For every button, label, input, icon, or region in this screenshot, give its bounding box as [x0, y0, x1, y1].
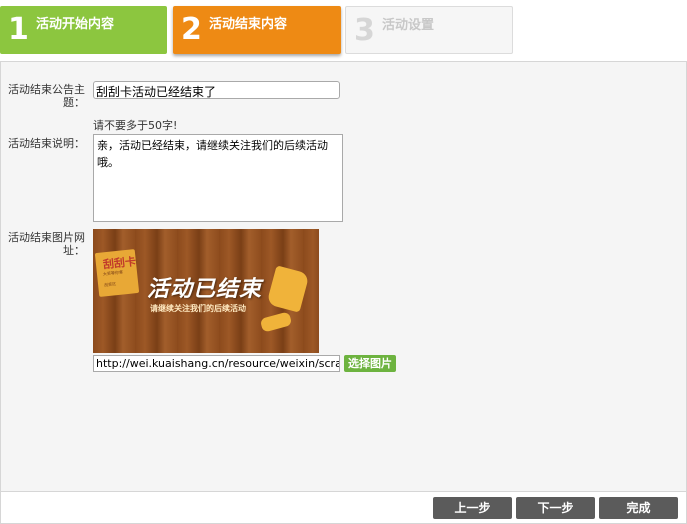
step-number: 1 — [8, 12, 29, 47]
title-input[interactable]: 刮刮卡活动已经结束了 — [93, 81, 340, 99]
ticket-area-label: 刮奖区 — [103, 281, 117, 288]
end-image-preview: 刮刮卡 大奖等你拿 刮奖区 活动已结束 请继续关注我们的后续活动 — [93, 229, 319, 353]
step-label: 活动结束内容 — [209, 17, 288, 32]
next-step-button[interactable]: 下一步 — [516, 497, 595, 519]
step-header: 1 活动开始内容 2 活动结束内容 3 活动设置 — [0, 0, 687, 60]
prev-step-button[interactable]: 上一步 — [433, 497, 512, 519]
step-label: 活动开始内容 — [36, 17, 115, 32]
done-button[interactable]: 完成 — [599, 497, 678, 519]
step-number: 3 — [354, 13, 375, 48]
scratch-ticket-graphic: 刮刮卡 大奖等你拿 刮奖区 — [94, 249, 140, 297]
title-hint: 请不要多于50字! — [93, 119, 178, 132]
step-number: 2 — [181, 12, 202, 47]
step-2-tab[interactable]: 2 活动结束内容 — [173, 6, 341, 54]
image-url-input[interactable]: http://wei.kuaishang.cn/resource/weixin/… — [93, 355, 340, 372]
desc-textarea[interactable]: 亲，活动已经结束，请继续关注我们的后续活动哦。 — [93, 134, 343, 222]
desc-label: 活动结束说明： — [8, 137, 85, 150]
preview-headline: 活动已结束 — [147, 277, 263, 302]
step-label: 活动设置 — [382, 18, 435, 33]
footer-bar: 上一步 下一步 完成 — [0, 491, 687, 524]
choose-image-button[interactable]: 选择图片 — [344, 355, 396, 372]
step-3-tab[interactable]: 3 活动设置 — [345, 6, 513, 54]
ticket-subtitle: 大奖等你拿 — [102, 269, 124, 277]
title-label: 活动结束公告主题： — [8, 83, 85, 109]
image-url-label: 活动结束图片网址： — [8, 231, 85, 257]
scroll-decoration — [259, 311, 293, 333]
step-1-tab[interactable]: 1 活动开始内容 — [0, 6, 167, 54]
scroll-decoration — [266, 265, 310, 313]
preview-subline: 请继续关注我们的后续活动 — [150, 304, 246, 313]
